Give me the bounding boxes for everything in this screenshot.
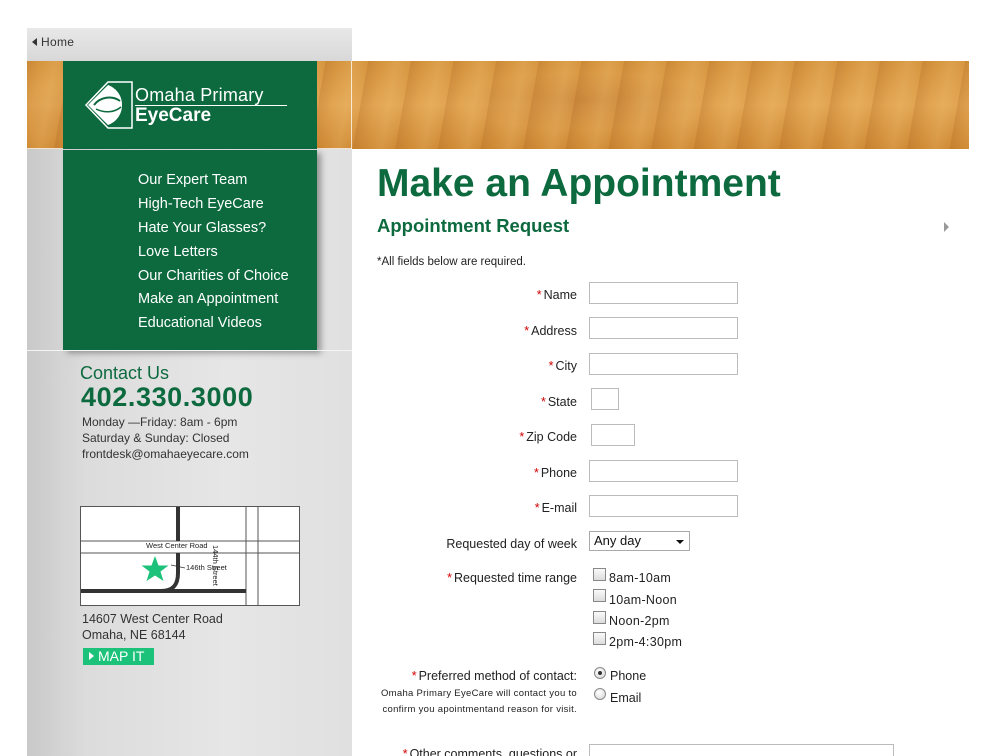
contact-radio-phone[interactable] [594,667,606,679]
nav-item-make-appointment[interactable]: Make an Appointment [138,289,289,313]
contact-radio-email[interactable] [594,688,606,700]
logo[interactable]: Omaha Primary EyeCare [63,61,317,149]
address-field[interactable] [589,317,738,339]
address-line2: Omaha, NE 68144 [82,628,186,642]
email-field[interactable] [589,495,738,517]
contact-option-label: Phone [610,669,647,683]
name-field[interactable] [589,282,738,304]
comments-field[interactable] [589,744,894,756]
map-it-button[interactable]: MAP IT [83,648,154,665]
contact-help-text: Omaha Primary EyeCare will contact you t… [380,688,577,715]
address-line1: 14607 West Center Road [82,612,223,626]
time-option-label: 10am-Noon [609,593,678,607]
zip-field[interactable] [591,424,635,446]
home-link[interactable]: Home [32,35,74,49]
map-it-label: MAP IT [98,648,145,664]
map-label-west-center-road: West Center Road [146,541,208,550]
hours-weekday: Monday —Friday: 8am - 6pm [82,415,238,429]
city-label: * City [548,359,577,373]
main-nav: Our Expert Team High-Tech EyeCare Hate Y… [63,150,317,350]
logo-text-line1: Omaha Primary [135,85,264,105]
nav-item-love-letters[interactable]: Love Letters [138,242,289,266]
map-label-144th-street: 144th Street [211,545,220,586]
nav-item-hate-your-glasses[interactable]: Hate Your Glasses? [138,218,289,242]
nav-item-expert-team[interactable]: Our Expert Team [138,170,289,194]
chevron-down-icon [676,540,684,544]
contact-email[interactable]: frontdesk@omahaeyecare.com [82,447,249,461]
sidebar-divider [27,350,352,351]
required-note: *All fields below are required. [377,256,526,268]
contact-title: Contact Us [80,363,170,383]
home-bar: Home [27,28,352,61]
time-checkbox-8am-10am[interactable] [593,568,606,581]
caret-right-icon [89,652,94,660]
zip-label: * Zip Code [519,430,577,444]
expand-arrow-icon[interactable] [944,222,949,232]
day-of-week-label: Requested day of week [446,537,577,551]
state-field[interactable] [591,388,619,410]
phone-field[interactable] [589,460,738,482]
contact-phone[interactable]: 402.330.3000 [81,382,253,413]
time-range-label: * Requested time range [447,571,577,585]
time-checkbox-10am-noon[interactable] [593,589,606,602]
logo-text-line2: EyeCare [135,105,212,126]
hours-weekend: Saturday & Sunday: Closed [82,431,230,445]
section-title: Appointment Request [377,215,570,236]
state-label: * State [540,395,577,409]
location-map[interactable]: West Center Road 146th Street 144th Stre… [80,506,300,606]
map-label-146th-street: 146th Street [186,563,227,572]
day-select-value: Any day [594,533,641,548]
city-field[interactable] [589,353,738,375]
time-option-label: 2pm-4:30pm [609,635,683,649]
address-label: * Address [524,324,577,338]
time-option-label: 8am-10am [609,571,672,585]
location-star-icon [141,556,169,581]
contact-option-label: Email [610,691,642,705]
day-of-week-select[interactable]: Any day [589,531,690,551]
nav-item-educational-videos[interactable]: Educational Videos [138,313,289,337]
time-checkbox-noon-2pm[interactable] [593,611,606,624]
caret-left-icon [32,38,37,46]
phone-label: * Phone [533,466,577,480]
nav-item-charities[interactable]: Our Charities of Choice [138,266,289,290]
comments-label: * Other comments, questions or [402,747,577,756]
preferred-contact-label: * Preferred method of contact: [411,669,577,683]
email-label: * E-mail [534,501,577,515]
header-divider [351,61,352,149]
map-graphic [81,507,299,605]
time-option-label: Noon-2pm [609,614,670,628]
time-checkbox-2pm-430pm[interactable] [593,632,606,645]
name-label: * Name [536,288,577,302]
home-label: Home [41,35,75,49]
logo-eye-icon [84,81,133,129]
page-title: Make an Appointment [377,162,781,205]
nav-item-high-tech-eyecare[interactable]: High-Tech EyeCare [138,194,289,218]
